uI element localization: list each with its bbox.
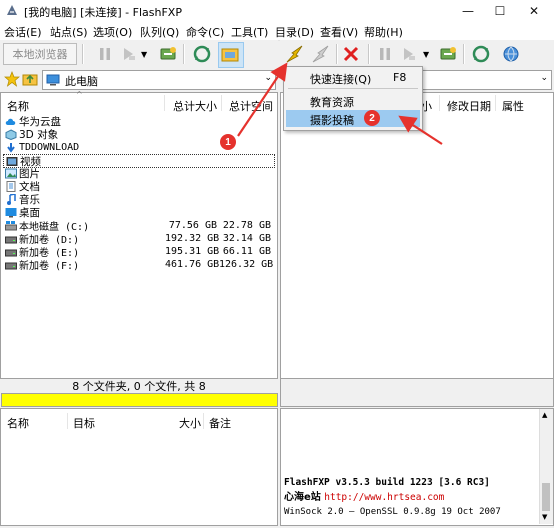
annotation-badge-1: 1: [220, 134, 236, 150]
annotation-arrow-1: [237, 62, 288, 137]
annotation-arrow-2: [398, 115, 443, 145]
annotation-overlay: [237, 62, 443, 145]
annotation-badge-2: 2: [364, 110, 380, 126]
